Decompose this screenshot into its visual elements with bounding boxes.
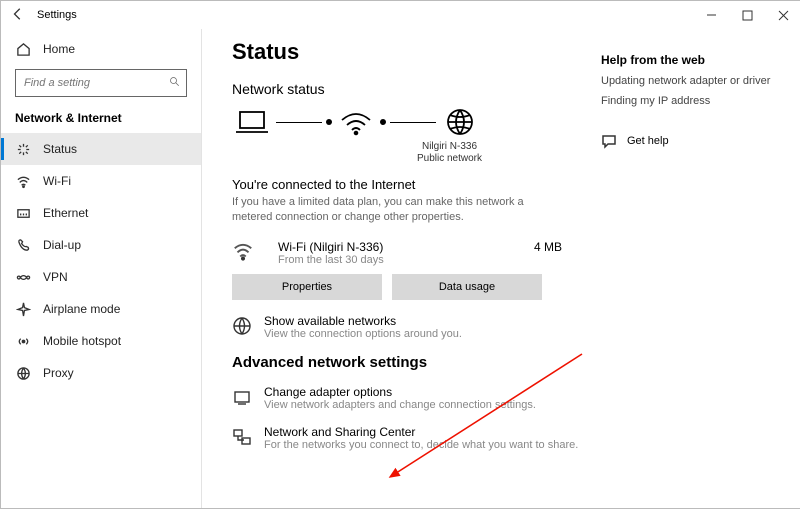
sidebar-label: Status (43, 142, 77, 156)
back-button[interactable] (9, 7, 27, 24)
sidebar-item-ethernet[interactable]: Ethernet (1, 197, 201, 229)
sidebar-label: Dial-up (43, 238, 81, 252)
search-input[interactable] (15, 69, 187, 97)
data-size: 4 MB (534, 240, 562, 254)
help-panel: Help from the web Updating network adapt… (601, 29, 800, 508)
network-diagram (232, 107, 581, 137)
sidebar-item-proxy[interactable]: Proxy (1, 357, 201, 389)
dialup-icon (15, 237, 31, 253)
wifi-icon (232, 240, 254, 262)
proxy-icon (15, 365, 31, 381)
sidebar: Home Network & Internet Status Wi-Fi (1, 29, 202, 508)
sidebar-label: Mobile hotspot (43, 334, 121, 348)
home-label: Home (43, 42, 75, 56)
airplane-icon (15, 301, 31, 317)
sidebar-item-hotspot[interactable]: Mobile hotspot (1, 325, 201, 357)
sidebar-item-status[interactable]: Status (1, 133, 201, 165)
main-content: Status Network status Nilgiri N-336 Publ… (202, 29, 601, 508)
maximize-button[interactable] (729, 1, 765, 29)
connection-name: Wi-Fi (Nilgiri N-336) (278, 240, 384, 254)
adapter-icon (232, 387, 254, 409)
sidebar-label: Wi-Fi (43, 174, 71, 188)
close-button[interactable] (765, 1, 800, 29)
search-icon (169, 76, 181, 91)
section-advanced: Advanced network settings (232, 354, 581, 371)
status-icon (15, 141, 31, 157)
sidebar-item-airplane[interactable]: Airplane mode (1, 293, 201, 325)
help-link-adapter[interactable]: Updating network adapter or driver (601, 75, 791, 87)
wifi-icon (15, 173, 31, 189)
connection-sub: From the last 30 days (278, 254, 384, 266)
properties-button[interactable]: Properties (232, 274, 382, 300)
minimize-button[interactable] (693, 1, 729, 29)
sidebar-item-dialup[interactable]: Dial-up (1, 229, 201, 261)
sidebar-label: Ethernet (43, 206, 88, 220)
sidebar-item-wifi[interactable]: Wi-Fi (1, 165, 201, 197)
help-heading: Help from the web (601, 53, 791, 67)
sidebar-item-vpn[interactable]: VPN (1, 261, 201, 293)
help-link-ip[interactable]: Finding my IP address (601, 95, 791, 107)
globe-small-icon (232, 316, 254, 338)
diagram-label: Nilgiri N-336 Public network (318, 141, 581, 165)
vpn-icon (15, 269, 31, 285)
window-title: Settings (37, 9, 77, 21)
chat-icon (601, 133, 617, 149)
show-networks-link[interactable]: Show available networks View the connect… (232, 314, 581, 340)
wifi-large-icon (336, 107, 376, 137)
laptop-icon (232, 107, 272, 137)
section-network-status: Network status (232, 81, 581, 97)
adapter-options-link[interactable]: Change adapter options View network adap… (232, 385, 581, 411)
ethernet-icon (15, 205, 31, 221)
home-icon (15, 41, 31, 57)
sidebar-heading: Network & Internet (1, 107, 201, 133)
hotspot-icon (15, 333, 31, 349)
sidebar-label: VPN (43, 270, 68, 284)
connected-heading: You're connected to the Internet (232, 177, 581, 192)
sidebar-label: Airplane mode (43, 302, 120, 316)
sharing-icon (232, 427, 254, 449)
sharing-center-link[interactable]: Network and Sharing Center For the netwo… (232, 425, 581, 451)
sidebar-label: Proxy (43, 366, 74, 380)
home-button[interactable]: Home (1, 33, 201, 65)
get-help-link[interactable]: Get help (601, 133, 791, 149)
search-field[interactable] (22, 76, 169, 90)
globe-icon (440, 107, 480, 137)
page-title: Status (232, 39, 581, 65)
connected-subtext: If you have a limited data plan, you can… (232, 195, 542, 226)
data-usage-button[interactable]: Data usage (392, 274, 542, 300)
